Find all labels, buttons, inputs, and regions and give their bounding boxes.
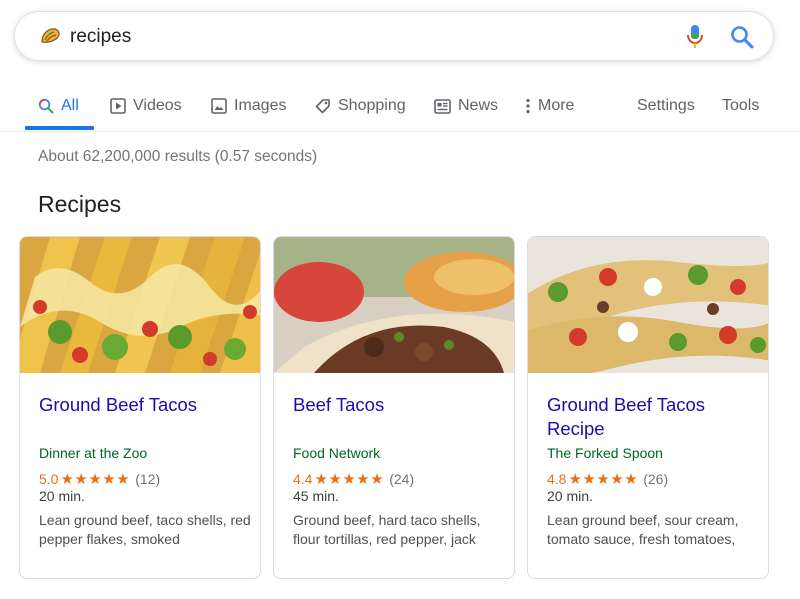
- recipe-ingredients: Ground beef, hard taco shells, flour tor…: [293, 512, 481, 547]
- settings-link[interactable]: Settings: [637, 94, 695, 118]
- recipe-ingredients: Lean ground beef, sour cream, tomato sau…: [547, 512, 739, 547]
- recipe-title[interactable]: Beef Tacos: [293, 393, 498, 417]
- image-icon: [211, 98, 227, 114]
- star-rating-icon: ★★★★★: [60, 471, 131, 488]
- tab-videos[interactable]: Videos: [110, 94, 182, 118]
- more-vertical-icon: [526, 98, 530, 114]
- rating-value: 4.8: [547, 471, 567, 487]
- tab-shopping[interactable]: Shopping: [315, 94, 406, 118]
- recipe-image: [528, 237, 768, 373]
- divider: [0, 131, 800, 132]
- recipe-card[interactable]: Ground Beef Tacos Recipe The Forked Spoo…: [527, 236, 769, 579]
- tab-label: Videos: [133, 97, 182, 114]
- section-title: Recipes: [38, 191, 122, 217]
- active-tab-indicator: [25, 126, 94, 130]
- search-icon: [38, 98, 54, 114]
- recipe-source: The Forked Spoon: [547, 445, 663, 461]
- search-tabs: All Videos Images Shopping News More Set…: [0, 86, 800, 132]
- tab-news[interactable]: News: [434, 94, 498, 118]
- recipe-ingredients: Lean ground beef, taco shells, red peppe…: [39, 512, 251, 547]
- tab-label: News: [458, 97, 499, 114]
- recipe-time: 20 min.: [39, 488, 85, 504]
- tab-label: More: [538, 97, 575, 114]
- tab-all[interactable]: All: [38, 94, 79, 118]
- review-count: (12): [135, 471, 161, 487]
- search-input[interactable]: recipes: [70, 26, 131, 48]
- review-count: (26): [643, 471, 669, 487]
- newspaper-icon: [434, 98, 451, 114]
- tools-link[interactable]: Tools: [722, 94, 759, 118]
- recipe-rating: 4.8 ★★★★★ (26): [547, 470, 668, 488]
- recipe-image: [274, 237, 514, 373]
- taco-doodle-icon[interactable]: [39, 26, 61, 46]
- recipe-source: Dinner at the Zoo: [39, 445, 148, 461]
- recipe-time: 20 min.: [547, 488, 593, 504]
- recipe-rating: 5.0 ★★★★★ (12): [39, 470, 160, 488]
- settings-label: Settings: [637, 97, 695, 114]
- search-bar[interactable]: recipes: [14, 11, 774, 61]
- tools-label: Tools: [722, 97, 760, 114]
- recipe-image: [20, 237, 260, 373]
- review-count: (24): [389, 471, 415, 487]
- rating-value: 5.0: [39, 471, 59, 487]
- tab-label: All: [61, 97, 79, 114]
- tab-more[interactable]: More: [525, 94, 574, 118]
- tab-images[interactable]: Images: [211, 94, 286, 118]
- recipe-source: Food Network: [293, 445, 381, 461]
- tab-label: Shopping: [338, 97, 406, 114]
- tag-icon: [315, 99, 330, 114]
- recipe-rating: 4.4 ★★★★★ (24): [293, 470, 414, 488]
- star-rating-icon: ★★★★★: [568, 471, 639, 488]
- star-rating-icon: ★★★★★: [314, 471, 385, 488]
- recipe-time: 45 min.: [293, 488, 339, 504]
- recipe-card[interactable]: Ground Beef Tacos Dinner at the Zoo 5.0 …: [19, 236, 261, 579]
- rating-value: 4.4: [293, 471, 313, 487]
- mic-icon[interactable]: [685, 24, 705, 50]
- recipe-title[interactable]: Ground Beef Tacos Recipe: [547, 393, 752, 441]
- tab-label: Images: [234, 97, 287, 114]
- recipe-title[interactable]: Ground Beef Tacos: [39, 393, 244, 417]
- search-icon[interactable]: [729, 24, 755, 50]
- result-stats: About 62,200,000 results (0.57 seconds): [38, 148, 318, 165]
- recipe-card[interactable]: Beef Tacos Food Network 4.4 ★★★★★ (24) 4…: [273, 236, 515, 579]
- play-icon: [110, 98, 126, 114]
